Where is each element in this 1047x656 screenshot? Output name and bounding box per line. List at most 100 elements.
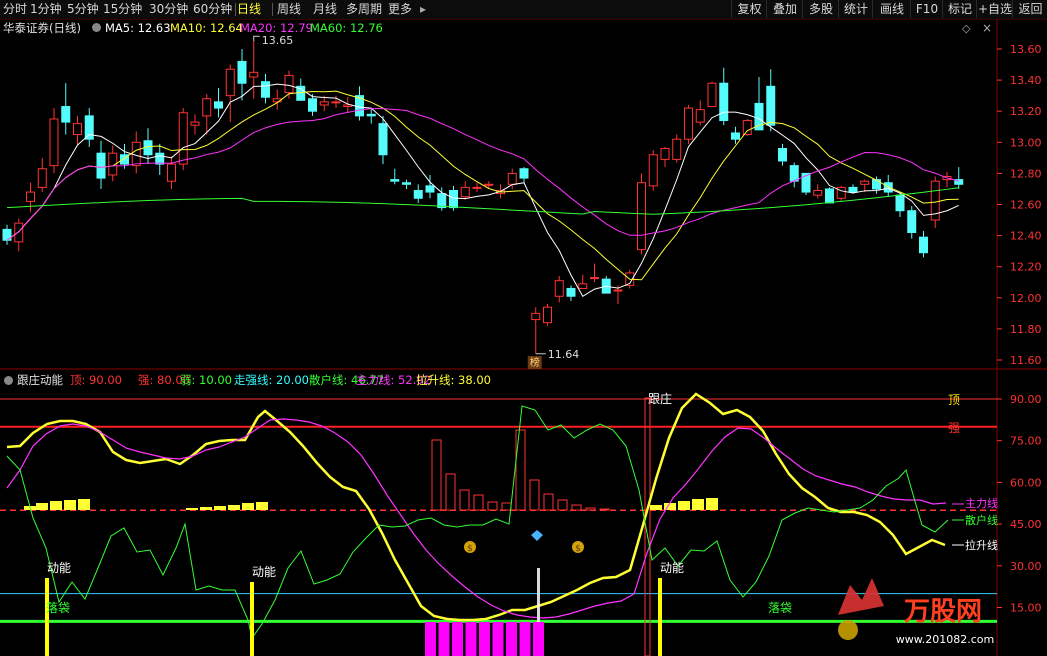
candle-body [566, 287, 576, 297]
candle-body [813, 190, 823, 196]
candle-body [190, 121, 200, 126]
indicator-red-bar [529, 479, 540, 511]
price-tick-label: 12.20 [1010, 261, 1042, 274]
candle-body [202, 98, 212, 117]
candle-body [484, 183, 494, 186]
indicator-red-bar [459, 489, 470, 511]
pocket-label: 落袋 [46, 601, 70, 615]
price-tick-label: 13.60 [1010, 43, 1042, 56]
candle-body [707, 82, 717, 108]
candle-body [61, 106, 71, 123]
indicator-yellow-bar [678, 501, 690, 510]
price-tick-label: 12.40 [1010, 230, 1042, 243]
indicator-red-bar [445, 473, 456, 511]
candle-body [731, 132, 740, 140]
magenta-signal-bar [452, 622, 463, 656]
candle-body [402, 182, 411, 185]
candle-body [225, 68, 235, 97]
money-bag-symbol: $ [467, 544, 473, 554]
candle-body [319, 101, 329, 106]
candle-body [73, 123, 82, 136]
candle-body [155, 152, 165, 165]
indicator-yellow-bar [50, 501, 62, 510]
candle-body [390, 179, 400, 182]
candle-body [237, 60, 247, 84]
candle-body [49, 118, 59, 167]
kinetic-label: 动能 [660, 561, 684, 575]
price-tick-label: 11.80 [1010, 323, 1042, 336]
pull-line [6, 392, 946, 622]
candle-body [437, 193, 447, 209]
candle-body [84, 115, 94, 140]
watermark-url: www.201082.com [896, 633, 994, 646]
diamond-signal-icon [531, 530, 543, 541]
candle-body [648, 154, 658, 187]
candle-body [895, 194, 905, 212]
price-tick-label: 12.00 [1010, 292, 1042, 305]
price-tick-label: 11.60 [1010, 354, 1042, 367]
candle-body [789, 165, 799, 182]
indicator-red-bar [585, 507, 596, 511]
candle-body [907, 210, 917, 233]
candle-body [578, 283, 588, 289]
watermark-logo-icon [838, 578, 884, 615]
candle-body [331, 101, 341, 104]
ma10-line [6, 90, 959, 281]
candle-body [14, 222, 24, 243]
price-tick-label: 13.20 [1010, 105, 1042, 118]
indicator-red-bar [501, 502, 512, 511]
candle-body [554, 280, 564, 297]
high-pointer [253, 35, 260, 42]
candle-body [531, 312, 541, 321]
indicator-red-bar [543, 493, 554, 511]
indicator-red-bar [473, 494, 484, 511]
indicator-red-bar [557, 499, 568, 511]
indicator-yellow-bar [650, 505, 662, 510]
candle-body [519, 168, 529, 179]
indicator-yellow-bar [200, 507, 212, 510]
magenta-signal-bar [438, 622, 450, 656]
high-label: 13.65 [262, 34, 294, 47]
low-marker-text: 榜 [530, 356, 540, 369]
pocket-label: 落袋 [768, 601, 792, 615]
indicator-yellow-bar [214, 506, 226, 510]
magenta-signal-bar [519, 622, 531, 656]
retail-line [6, 405, 949, 640]
indicator-yellow-bar [242, 503, 254, 510]
magenta-signal-bar [533, 622, 544, 656]
kline-chart[interactable]: 13.60 13.40 13.20 13.00 12.80 12.60 12.40 12.20… [0, 0, 1047, 656]
candle-body [460, 186, 470, 198]
retail-line-label: 散户线 [965, 513, 998, 527]
candle-body [660, 148, 670, 160]
candle-body [472, 186, 482, 189]
kinetic-marker-bar [45, 578, 49, 656]
low-label: 11.64 [548, 348, 580, 361]
main-force-line [6, 418, 947, 619]
top-label: 顶 [948, 393, 960, 407]
candle-body [766, 85, 776, 126]
candle-body [167, 163, 176, 182]
magenta-signal-bar [465, 622, 477, 656]
candle-body [366, 113, 376, 117]
indicator-yellow-bar [692, 499, 704, 510]
candle-body [178, 112, 188, 165]
candle-body [507, 172, 517, 185]
money-bag-symbol: $ [575, 544, 581, 554]
candle-body [413, 190, 423, 199]
candle-body [695, 109, 705, 123]
candle-body [848, 186, 858, 193]
candle-body [214, 101, 223, 109]
watermark-coin-icon [838, 620, 858, 640]
candle-body [684, 107, 693, 140]
price-tick-label: 13.00 [1010, 136, 1042, 149]
indicator-yellow-bar [64, 500, 76, 510]
magenta-signal-bar [425, 622, 436, 656]
candle-body [378, 123, 388, 156]
watermark-brand: 万股网 [904, 597, 982, 627]
follow-label: 跟庄 [648, 391, 672, 406]
candle-body [672, 138, 682, 160]
candle-body [590, 277, 599, 280]
ind-tick-label: 60.00 [1010, 476, 1042, 489]
kinetic-marker-bar [658, 578, 662, 656]
candle-body [543, 306, 552, 324]
